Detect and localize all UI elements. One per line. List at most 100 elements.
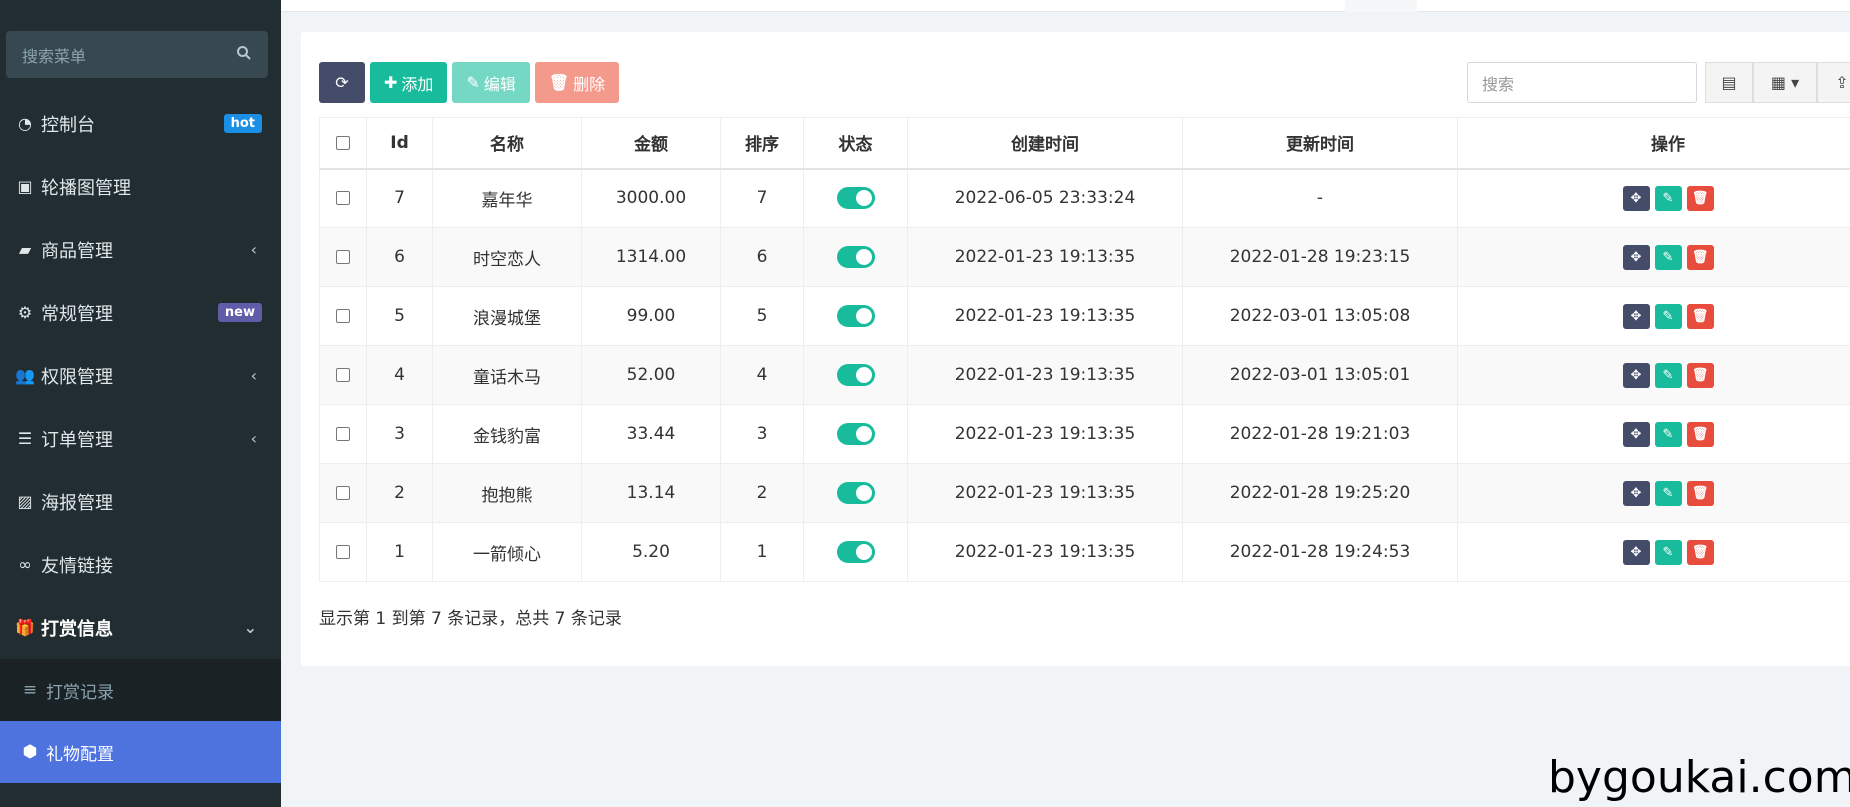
table-row: 1 一箭倾心 5.20 1 2022-01-23 19:13:35 2022-0…	[319, 522, 1850, 582]
delete-button-label: 删除	[573, 74, 606, 94]
edit-row-icon[interactable]: ✎	[1654, 244, 1682, 270]
sidebar-item-reward[interactable]: 🎁 打赏信息 ⌄	[0, 596, 281, 659]
col-header-id[interactable]: Id	[366, 117, 433, 170]
edit-row-icon[interactable]: ✎	[1654, 480, 1682, 506]
sidebar-item-goods[interactable]: ▰ 商品管理 ‹	[0, 218, 281, 281]
delete-row-icon[interactable]: 🗑	[1686, 480, 1714, 506]
status-toggle[interactable]	[836, 482, 875, 504]
row-checkbox[interactable]	[336, 250, 350, 264]
table-search-placeholder: 搜索	[1482, 74, 1515, 94]
table-search-input[interactable]: 搜索	[1467, 62, 1697, 103]
data-table: Id 名称 金额 排序 状态 创建时间 更新时间 操作 7 嘉年华 3000.0…	[319, 117, 1850, 582]
select-all-checkbox[interactable]	[336, 135, 350, 150]
row-checkbox[interactable]	[336, 309, 350, 323]
cell-name: 一箭倾心	[432, 522, 582, 582]
top-bar-tab[interactable]	[1345, 0, 1417, 12]
edit-row-icon[interactable]: ✎	[1654, 421, 1682, 447]
drag-move-icon[interactable]: ✥	[1622, 185, 1650, 211]
table-row: 3 金钱豹富 33.44 3 2022-01-23 19:13:35 2022-…	[319, 404, 1850, 464]
status-toggle[interactable]	[836, 541, 875, 563]
sidebar-subitem-label: 礼物配置	[46, 744, 114, 765]
col-header-created[interactable]: 创建时间	[907, 117, 1183, 170]
sidebar-item-poster[interactable]: ▨ 海报管理	[0, 470, 281, 533]
row-select-cell	[319, 463, 367, 523]
status-toggle[interactable]	[836, 364, 875, 386]
sidebar-item-banner[interactable]: ▣ 轮播图管理	[0, 155, 281, 218]
col-header-amount[interactable]: 金额	[581, 117, 721, 170]
sidebar-item-orders[interactable]: ☰ 订单管理 ‹	[0, 407, 281, 470]
status-toggle[interactable]	[836, 423, 875, 445]
delete-row-icon[interactable]: 🗑	[1686, 362, 1714, 388]
hot-badge: hot	[223, 114, 262, 133]
row-checkbox[interactable]	[336, 486, 350, 500]
drag-move-icon[interactable]: ✥	[1622, 539, 1650, 565]
cell-sort: 1	[720, 522, 804, 582]
sidebar-submenu-reward: ≡ 打赏记录 ⬢ 礼物配置	[0, 659, 281, 783]
status-toggle[interactable]	[836, 187, 875, 210]
cell-amount: 52.00	[581, 345, 721, 405]
sidebar-item-label: 订单管理	[41, 429, 113, 451]
dashboard-icon: ◔	[18, 114, 32, 133]
drag-move-icon[interactable]: ✥	[1622, 421, 1650, 447]
edit-button[interactable]: ✎ 编辑	[452, 62, 530, 103]
export-icon: ⇪	[1835, 73, 1849, 92]
table-row: 2 抱抱熊 13.14 2 2022-01-23 19:13:35 2022-0…	[319, 463, 1850, 523]
sidebar-item-dashboard[interactable]: ◔ 控制台 hot	[0, 92, 281, 155]
drag-move-icon[interactable]: ✥	[1622, 303, 1650, 329]
cell-status	[803, 404, 908, 464]
row-checkbox[interactable]	[336, 191, 350, 206]
drag-move-icon[interactable]: ✥	[1622, 244, 1650, 270]
edit-row-icon[interactable]: ✎	[1654, 185, 1682, 211]
drag-move-icon[interactable]: ✥	[1622, 480, 1650, 506]
col-header-updated[interactable]: 更新时间	[1182, 117, 1458, 170]
col-header-status[interactable]: 状态	[803, 117, 908, 170]
status-toggle[interactable]	[836, 305, 875, 327]
delete-row-icon[interactable]: 🗑	[1686, 303, 1714, 329]
delete-row-icon[interactable]: 🗑	[1686, 421, 1714, 447]
table-header-row: Id 名称 金额 排序 状态 创建时间 更新时间 操作	[319, 117, 1850, 170]
sidebar-item-links[interactable]: ∞ 友情链接	[0, 533, 281, 596]
row-checkbox[interactable]	[336, 427, 350, 441]
sidebar-item-general[interactable]: ⚙ 常规管理 new	[0, 281, 281, 344]
sidebar-subitem-label: 打赏记录	[46, 682, 114, 703]
cell-updated: 2022-01-28 19:23:15	[1182, 227, 1458, 287]
status-toggle[interactable]	[836, 246, 875, 268]
sidebar-subitem-reward-records[interactable]: ≡ 打赏记录	[0, 659, 281, 721]
menu-search-input[interactable]: 搜索菜单	[6, 31, 268, 78]
drag-move-icon[interactable]: ✥	[1622, 362, 1650, 388]
sidebar-item-auth[interactable]: 👥 权限管理 ‹	[0, 344, 281, 407]
cell-status	[803, 227, 908, 287]
columns-button[interactable]: ▦ ▾	[1753, 62, 1817, 103]
edit-row-icon[interactable]: ✎	[1654, 362, 1682, 388]
delete-row-icon[interactable]: 🗑	[1686, 244, 1714, 270]
col-header-sort[interactable]: 排序	[720, 117, 804, 170]
refresh-button[interactable]: ⟳	[319, 62, 365, 103]
content-panel: ⟳ ✚ 添加 ✎ 编辑 🗑 删除 搜索 ▤ ▦ ▾ ⇪ Id 名称 金额 排序 …	[301, 32, 1850, 666]
cell-updated: 2022-01-28 19:21:03	[1182, 404, 1458, 464]
delete-row-icon[interactable]: 🗑	[1686, 539, 1714, 565]
row-select-cell	[319, 168, 367, 228]
col-header-name[interactable]: 名称	[432, 117, 582, 170]
toggle-view-button[interactable]: ▤	[1705, 62, 1753, 103]
add-button[interactable]: ✚ 添加	[370, 62, 448, 103]
edit-row-icon[interactable]: ✎	[1654, 303, 1682, 329]
sidebar-item-label: 友情链接	[41, 555, 113, 577]
cell-actions: ✥ ✎ 🗑	[1457, 168, 1850, 228]
cell-id: 3	[366, 404, 433, 464]
delete-button[interactable]: 🗑 删除	[534, 62, 620, 103]
export-button[interactable]: ⇪	[1817, 62, 1850, 103]
bars-icon: ≡	[22, 680, 38, 700]
users-icon: 👥	[15, 366, 35, 385]
book-icon: ▰	[18, 240, 32, 259]
row-checkbox[interactable]	[336, 545, 350, 559]
search-icon[interactable]	[236, 45, 252, 65]
row-checkbox[interactable]	[336, 368, 350, 382]
cell-sort: 4	[720, 345, 804, 405]
select-all-cell	[319, 117, 367, 170]
row-select-cell	[319, 404, 367, 464]
delete-row-icon[interactable]: 🗑	[1686, 185, 1714, 211]
sidebar-subitem-gift-config[interactable]: ⬢ 礼物配置	[0, 721, 281, 783]
edit-row-icon[interactable]: ✎	[1654, 539, 1682, 565]
cell-status	[803, 522, 908, 582]
gears-icon: ⚙	[17, 303, 33, 322]
